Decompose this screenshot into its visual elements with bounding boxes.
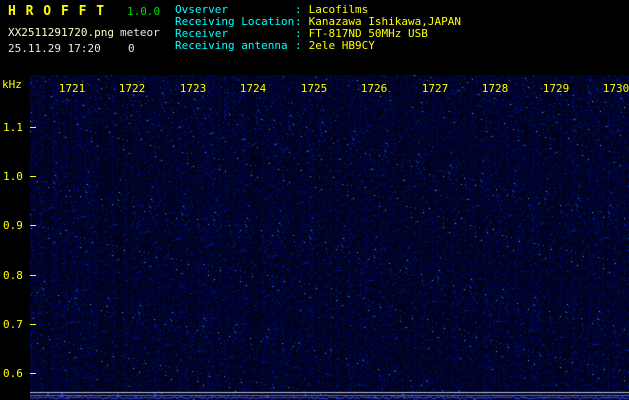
freq-tick-mark bbox=[30, 373, 36, 374]
spectrogram-canvas bbox=[30, 75, 629, 400]
timestamp-label: 25.11.29 17:20 bbox=[8, 42, 101, 55]
info-row-antenna: Receiving antenna:2ele HB9CY bbox=[175, 40, 461, 52]
time-tick-label: 1722 bbox=[118, 82, 146, 95]
freq-tick-label: 1.1 bbox=[3, 121, 23, 134]
info-value: 2ele HB9CY bbox=[308, 39, 375, 52]
freq-tick-mark bbox=[30, 225, 36, 226]
frequency-unit-label: kHz bbox=[2, 78, 22, 91]
time-tick-label: 1724 bbox=[239, 82, 267, 95]
mode-label: meteor bbox=[120, 26, 160, 39]
time-tick-label: 1729 bbox=[542, 82, 570, 95]
freq-tick-label: 0.7 bbox=[3, 318, 23, 331]
time-tick-label: 1726 bbox=[360, 82, 388, 95]
info-label: Receiving antenna bbox=[175, 39, 288, 52]
hrofft-window: H R O F F T 1.0.0 XX2511291720.png meteo… bbox=[0, 0, 629, 400]
frequency-axis: kHz 1.1 1.0 0.9 0.8 0.7 0.6 bbox=[0, 75, 30, 400]
echo-count: 0 bbox=[128, 42, 135, 55]
header: H R O F F T 1.0.0 XX2511291720.png meteo… bbox=[0, 0, 629, 75]
spectrogram: 1721 1722 1723 1724 1725 1726 1727 1728 … bbox=[30, 75, 629, 400]
freq-tick-mark bbox=[30, 127, 36, 128]
freq-tick-label: 0.8 bbox=[3, 269, 23, 282]
freq-tick-label: 0.9 bbox=[3, 219, 23, 232]
freq-tick-mark bbox=[30, 275, 36, 276]
freq-tick-mark bbox=[30, 324, 36, 325]
app-version-label: 1.0.0 bbox=[127, 5, 161, 18]
time-tick-label: 1730 bbox=[602, 82, 629, 95]
app-title: H R O F F T bbox=[8, 4, 106, 19]
time-tick-label: 1728 bbox=[481, 82, 509, 95]
freq-tick-label: 0.6 bbox=[3, 367, 23, 380]
info-separator: : bbox=[295, 39, 302, 52]
time-tick-label: 1725 bbox=[300, 82, 328, 95]
freq-tick-mark bbox=[30, 176, 36, 177]
time-tick-label: 1727 bbox=[421, 82, 449, 95]
time-tick-label: 1723 bbox=[179, 82, 207, 95]
freq-tick-label: 1.0 bbox=[3, 170, 23, 183]
station-info: Ovserver: Lacofilms Receiving Location: Ka… bbox=[175, 4, 461, 52]
output-filename: XX2511291720.png bbox=[8, 26, 114, 39]
time-tick-label: 1721 bbox=[58, 82, 86, 95]
